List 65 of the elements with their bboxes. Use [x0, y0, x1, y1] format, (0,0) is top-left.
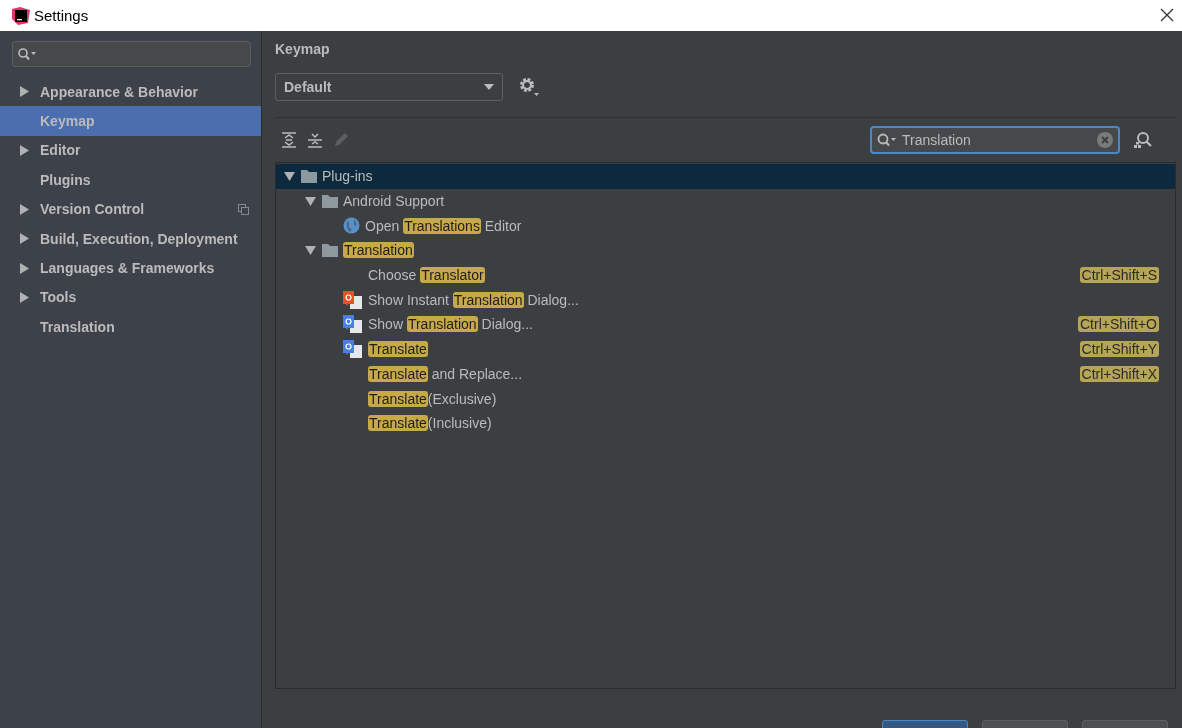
expand-all-icon[interactable] [281, 132, 297, 148]
tree-row[interactable]: Open Translations Editor [276, 213, 1175, 239]
dropdown-caret-icon [484, 84, 494, 90]
close-icon[interactable] [1160, 8, 1174, 22]
translate-icon [343, 315, 363, 334]
action-label: Choose Translator [368, 267, 485, 284]
translate-icon [343, 290, 363, 309]
action-label: Translate(Exclusive) [368, 390, 497, 407]
expanded-arrow-icon[interactable] [305, 245, 316, 255]
clear-icon[interactable] [1097, 132, 1113, 148]
tree-row[interactable]: Show Translation Dialog... Ctrl+Shift+O [276, 312, 1175, 337]
collapsed-arrow-icon[interactable] [20, 291, 29, 303]
action-label: Translation [343, 242, 414, 259]
action-label: Translate [368, 341, 428, 358]
action-label: Android Support [343, 193, 445, 210]
shortcut-label: Ctrl+Shift+O [1077, 316, 1159, 333]
action-label: Open Translations Editor [365, 217, 522, 234]
app-logo-icon [12, 6, 30, 25]
shortcut-label: Ctrl+Shift+Y [1079, 341, 1159, 358]
shortcut-label: Ctrl+Shift+X [1079, 365, 1159, 382]
action-label: Plug-ins [322, 168, 373, 185]
tree-row[interactable]: Translate Ctrl+Shift+Y [276, 336, 1175, 362]
sidebar-item[interactable]: Languages & Frameworks [0, 253, 261, 283]
translate-icon [343, 340, 363, 359]
tree-row[interactable]: Translation [276, 238, 1175, 263]
action-label: Show Instant Translation Dialog... [368, 291, 579, 308]
collapsed-arrow-icon[interactable] [20, 233, 29, 245]
action-label: Show Translation Dialog... [368, 316, 533, 333]
collapsed-arrow-icon[interactable] [20, 144, 29, 156]
find-shortcut-icon[interactable] [1132, 131, 1152, 149]
folder-icon [301, 169, 317, 183]
globe-icon [343, 217, 360, 235]
tree-row[interactable]: Plug-ins [276, 164, 1175, 189]
folder-icon [322, 194, 338, 208]
tree-row[interactable]: Show Instant Translation Dialog... [276, 287, 1175, 313]
sidebar-item[interactable]: Translation [0, 312, 261, 342]
folder-icon [322, 243, 338, 257]
tree-row[interactable]: Translate(Inclusive) [276, 410, 1175, 436]
window-title: Settings [34, 7, 89, 24]
settings-icon[interactable] [519, 77, 539, 97]
sidebar-item[interactable]: Appearance & Behavior [0, 77, 261, 107]
keymap-dropdown[interactable]: Default [275, 73, 503, 101]
expanded-arrow-icon[interactable] [305, 196, 316, 206]
sidebar-item[interactable]: Build, Execution, Deployment [0, 223, 261, 254]
collapse-all-icon[interactable] [307, 132, 323, 148]
page-title: Keymap [275, 41, 331, 59]
collapsed-arrow-icon[interactable] [20, 86, 29, 98]
shortcut-label: Ctrl+Shift+S [1079, 267, 1159, 284]
tree-row[interactable]: Android Support [276, 188, 1175, 214]
sidebar-item[interactable]: Editor [0, 135, 261, 166]
filter-field[interactable]: Translation [870, 126, 1120, 154]
tree-row[interactable]: Translate(Exclusive) [276, 386, 1175, 411]
expanded-arrow-icon[interactable] [284, 171, 295, 181]
collapsed-arrow-icon[interactable] [20, 203, 29, 215]
copy-icon [238, 203, 249, 215]
action-label: Translate and Replace... [368, 365, 522, 382]
collapsed-arrow-icon[interactable] [20, 262, 29, 274]
search-field[interactable] [12, 41, 251, 67]
search-icon [877, 133, 897, 147]
tree-row[interactable]: Translate and Replace... Ctrl+Shift+X [276, 361, 1175, 387]
action-label: Translate(Inclusive) [368, 415, 492, 432]
sidebar-item[interactable]: Tools [0, 282, 261, 313]
tree-row[interactable]: Choose Translator Ctrl+Shift+S [276, 262, 1175, 288]
sidebar-item[interactable]: Plugins [0, 165, 261, 195]
sidebar-item[interactable]: Version Control [0, 194, 261, 224]
